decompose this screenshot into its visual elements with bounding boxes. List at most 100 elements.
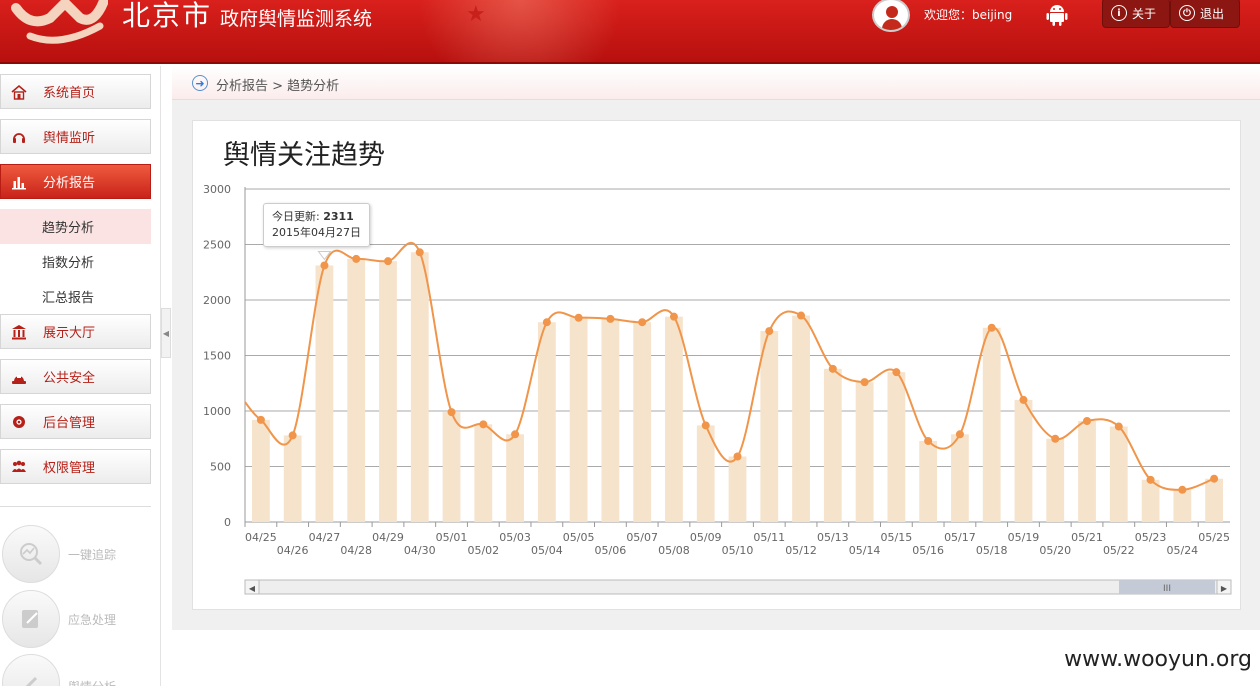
x-tick-label: 05/09 (690, 531, 722, 544)
quick-emergency[interactable]: 应急处理 (2, 589, 152, 649)
tooltip-date: 2015年04月27日 (272, 226, 361, 239)
bar (410, 252, 429, 522)
bar (1141, 479, 1160, 522)
sidebar-item-hall[interactable]: 展示大厅 (0, 314, 151, 349)
sidebar-subitem-trend[interactable]: 趋势分析 (0, 209, 151, 244)
bar (251, 419, 270, 522)
logout-button[interactable]: ⏻ 退出 (1170, 0, 1240, 28)
x-tick-label: 04/26 (277, 544, 309, 557)
bar (919, 440, 938, 522)
quick-label: 舆情分析 (68, 678, 116, 686)
trend-chart: 05001000150020002500300004/2504/2604/270… (203, 183, 1232, 595)
bar (315, 265, 334, 522)
scroll-left-arrow-icon: ◀ (249, 584, 256, 593)
trend-track-icon (2, 525, 60, 583)
x-tick-label: 04/30 (404, 544, 436, 557)
x-tick-label: 05/17 (944, 531, 976, 544)
trend-point (383, 257, 392, 266)
sidebar-subitem-index[interactable]: 指数分析 (0, 244, 151, 279)
quick-label: 应急处理 (68, 612, 117, 627)
quick-track[interactable]: 一键追踪 (2, 524, 152, 584)
emblem-glow (400, 0, 640, 62)
welcome-text: 欢迎您：beijing (924, 8, 1013, 22)
trend-point (638, 318, 647, 327)
bar (887, 372, 906, 522)
trend-point (606, 314, 615, 323)
trend-point (415, 248, 424, 257)
bar (1046, 438, 1065, 522)
trend-point (256, 415, 265, 424)
y-tick-label: 3000 (203, 183, 231, 196)
scrollbar-track[interactable] (244, 579, 1232, 595)
sidebar-subitem-summary[interactable]: 汇总报告 (0, 279, 151, 314)
about-button[interactable]: i 关于 (1102, 0, 1170, 28)
bar (1173, 489, 1192, 522)
x-tick-label: 05/01 (436, 531, 468, 544)
trend-point (320, 261, 329, 270)
sidebar-item-label: 公共安全 (43, 371, 96, 386)
sidebar-collapse-handle[interactable]: ◀ (161, 308, 171, 358)
footer-area: www.wooyun.org (172, 630, 1260, 686)
y-tick-label: 2000 (203, 294, 231, 307)
chart-panel: 舆情关注趋势 0 500 1000 1500 2000 2500 3000 04/25 04/2… (192, 120, 1241, 610)
y-tick-label: 2500 (203, 239, 231, 252)
x-tick-label: 04/25 (245, 531, 277, 544)
bar (792, 315, 810, 522)
logo-icon (11, 0, 108, 44)
sidebar-item-monitor[interactable]: 舆情监听 (0, 119, 151, 154)
x-tick-label: 05/21 (1071, 531, 1103, 544)
y-tick-label: 500 (210, 461, 231, 474)
logout-label: 退出 (1200, 6, 1225, 21)
x-tick-label: 04/28 (340, 544, 372, 557)
trend-point (1114, 422, 1123, 431)
y-tick-label: 1500 (203, 350, 231, 363)
y-tick-label: 0 (224, 516, 231, 529)
trend-point (1146, 475, 1155, 484)
sidebar-item-home[interactable]: 系统首页 (0, 74, 151, 109)
user-avatar-icon[interactable] (872, 0, 910, 32)
sidebar-item-label: 系统首页 (43, 86, 96, 101)
bar (1109, 426, 1128, 522)
bar (665, 316, 683, 522)
y-tick-label: 1000 (203, 405, 231, 418)
edit-document-icon (2, 590, 60, 648)
trend-point (860, 378, 869, 387)
sidebar-item-security[interactable]: 公共安全 (0, 359, 151, 394)
sidebar-item-analysis[interactable]: 分析报告 (0, 164, 151, 199)
subitem-label: 指数分析 (42, 256, 95, 271)
trend-point (701, 421, 710, 430)
bar (347, 258, 366, 522)
trend-point (479, 420, 488, 429)
trend-point (352, 254, 361, 263)
subitem-label: 趋势分析 (42, 221, 95, 236)
sidebar-item-label: 展示大厅 (43, 326, 96, 341)
trend-point (511, 430, 520, 439)
x-tick-label: 05/24 (1166, 544, 1198, 557)
bar (474, 424, 493, 522)
x-tick-label: 05/20 (1039, 544, 1071, 557)
top-header: ★ 北京市 政府舆情监测系统 欢迎您：beijing i 关于 ⏻ 退出 (0, 0, 1260, 64)
tooltip-value: 2311 (323, 210, 354, 223)
scroll-grip-icon: III (1163, 584, 1171, 594)
about-label: 关于 (1132, 6, 1157, 21)
headphones-icon (11, 129, 27, 145)
pen-icon (2, 654, 60, 686)
android-icon[interactable] (1046, 3, 1068, 27)
x-tick-label: 05/03 (499, 531, 531, 544)
sidebar-item-label: 舆情监听 (43, 131, 96, 146)
bar-chart-icon (11, 174, 27, 190)
sidebar-item-admin[interactable]: 后台管理 (0, 404, 151, 439)
watermark: www.wooyun.org (1064, 647, 1252, 672)
police-light-icon (11, 369, 27, 385)
sidebar: 系统首页 舆情监听 分析报告 趋势分析 指数分析 汇总报告 展示大厅 公共安全 (0, 66, 161, 686)
x-tick-label: 05/25 (1198, 531, 1230, 544)
trend-point (669, 312, 678, 321)
trend-point (797, 311, 806, 320)
x-tick-label: 05/07 (626, 531, 658, 544)
sidebar-item-permission[interactable]: 权限管理 (0, 449, 151, 484)
home-icon (11, 84, 27, 100)
x-tick-label: 05/02 (467, 544, 499, 557)
sidebar-item-label: 分析报告 (43, 176, 96, 191)
quick-analysis[interactable]: 舆情分析 (2, 654, 152, 686)
header-city: 北京市 (122, 0, 213, 32)
